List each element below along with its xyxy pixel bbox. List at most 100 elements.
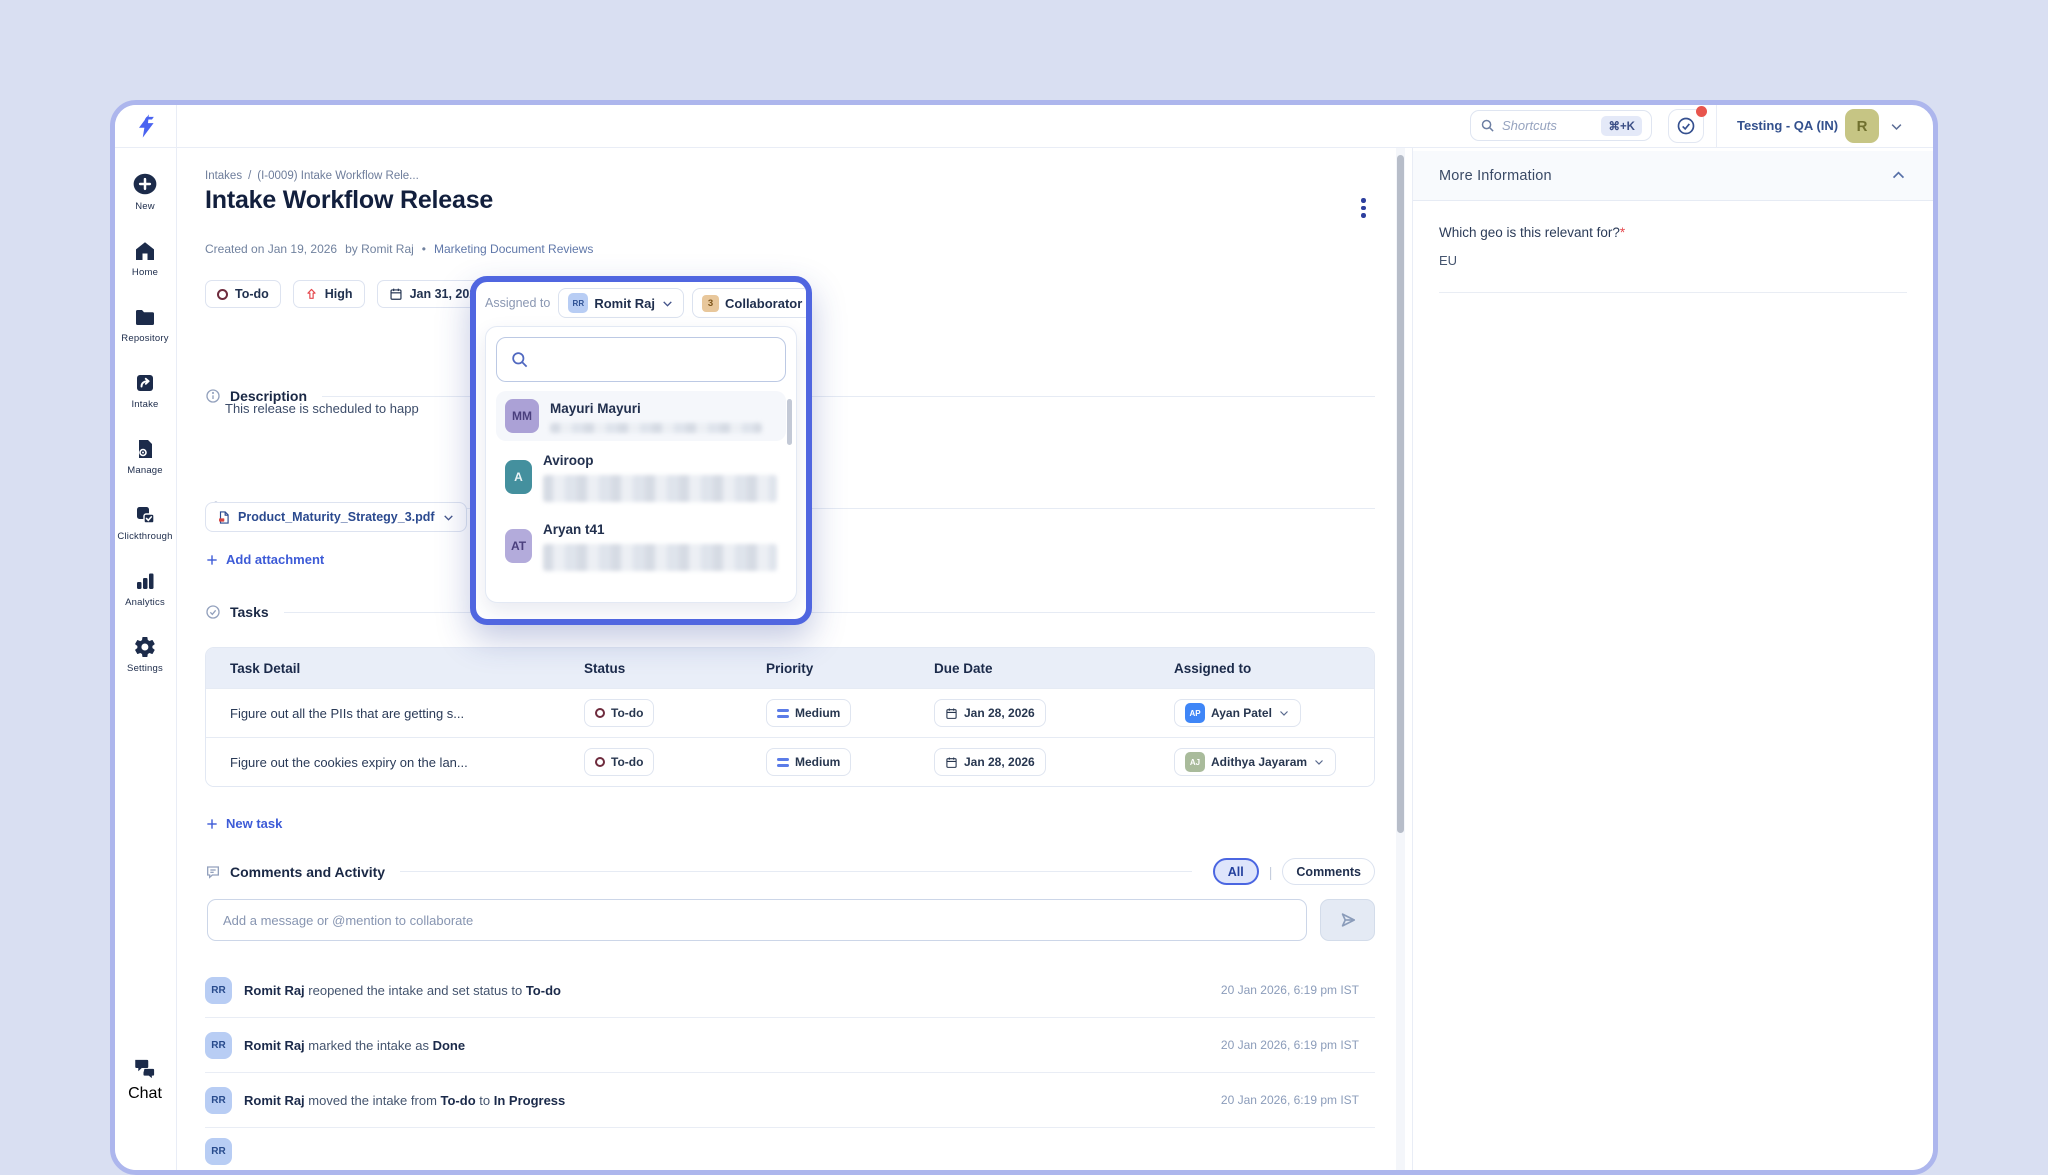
- tasks-table: Task Detail Status Priority Due Date Ass…: [205, 647, 1375, 787]
- assignee-option[interactable]: A Aviroop: [496, 444, 786, 510]
- assignee-select[interactable]: RR Romit Raj: [558, 288, 684, 318]
- calendar-icon: [945, 756, 958, 769]
- sidebar-item-settings[interactable]: Settings: [127, 635, 163, 674]
- meta-line: Created on Jan 19, 2026 by Romit Raj • M…: [205, 242, 593, 256]
- notifications-button[interactable]: [1668, 109, 1704, 143]
- avatar: AP: [1185, 703, 1205, 723]
- assignee-search-input[interactable]: [496, 337, 786, 382]
- activity-timestamp: 20 Jan 2026, 6:19 pm IST: [1221, 1038, 1359, 1052]
- status-pill[interactable]: To-do: [205, 280, 281, 308]
- avatar: RR: [205, 977, 232, 1004]
- task-detail[interactable]: Figure out the cookies expiry on the lan…: [206, 755, 584, 770]
- search-placeholder: Shortcuts: [1502, 118, 1557, 133]
- comments-filter: All | Comments: [1213, 858, 1375, 885]
- meta-project[interactable]: Marketing Document Reviews: [434, 242, 593, 256]
- sidebar-item-home[interactable]: Home: [132, 239, 158, 278]
- clickthrough-icon: [133, 503, 157, 527]
- chevron-up-icon[interactable]: [1890, 167, 1907, 184]
- intake-pills-row: To-do High Jan 31, 2026: [205, 280, 495, 308]
- search-input[interactable]: Shortcuts ⌘+K: [1470, 110, 1652, 141]
- avatar: A: [505, 460, 532, 494]
- task-assignee-pill[interactable]: AJAdithya Jayaram: [1174, 748, 1336, 776]
- redacted-email: [543, 475, 777, 502]
- sidebar: New Home Repository Intake Manage Clickt…: [115, 105, 177, 1170]
- comments-section-heading: Comments and Activity All | Comments: [205, 858, 1375, 885]
- avatar: AJ: [1185, 752, 1205, 772]
- priority-pill[interactable]: High: [293, 280, 365, 308]
- search-icon: [1480, 118, 1495, 133]
- header-vertical-divider: [1716, 105, 1717, 147]
- sidebar-item-clickthrough[interactable]: Clickthrough: [117, 503, 172, 542]
- workspace-chevron-down-icon[interactable]: [1889, 119, 1904, 134]
- assignee-option[interactable]: MM Mayuri Mayuri: [496, 391, 786, 441]
- table-row[interactable]: Figure out all the PIIs that are getting…: [206, 688, 1374, 737]
- breadcrumb-root[interactable]: Intakes: [205, 170, 242, 182]
- search-icon: [510, 350, 529, 369]
- task-assignee-pill[interactable]: APAyan Patel: [1174, 699, 1301, 727]
- app-logo-lightning-icon[interactable]: [132, 112, 160, 140]
- send-button[interactable]: [1320, 899, 1375, 941]
- table-row[interactable]: Figure out the cookies expiry on the lan…: [206, 737, 1374, 786]
- main-scrollbar-thumb[interactable]: [1397, 155, 1404, 833]
- manage-icon: [133, 437, 157, 461]
- chevron-down-icon: [1313, 756, 1325, 768]
- redacted-email: [550, 423, 762, 433]
- filter-comments-button[interactable]: Comments: [1282, 858, 1375, 885]
- calendar-icon: [945, 707, 958, 720]
- check-circle-icon: [205, 604, 221, 620]
- sidebar-item-repository[interactable]: Repository: [121, 305, 168, 344]
- collaborator-count-badge: 3: [702, 295, 719, 312]
- add-attachment-button[interactable]: Add attachment: [205, 552, 324, 567]
- intake-icon: [133, 371, 157, 395]
- chevron-down-icon: [661, 297, 674, 310]
- plus-icon: [205, 553, 219, 567]
- assignee-option[interactable]: AT Aryan t41: [496, 513, 786, 579]
- sidebar-item-manage[interactable]: Manage: [127, 437, 163, 476]
- sidebar-item-chat[interactable]: Chat: [115, 1055, 175, 1103]
- chevron-down-icon: [1278, 707, 1290, 719]
- task-priority-pill[interactable]: Medium: [766, 748, 851, 776]
- task-due-pill[interactable]: Jan 28, 2026: [934, 699, 1046, 727]
- description-text: This release is scheduled to happ: [225, 401, 487, 416]
- breadcrumb[interactable]: Intakes / (I-0009) Intake Workflow Rele.…: [205, 170, 419, 182]
- task-priority-pill[interactable]: Medium: [766, 699, 851, 727]
- kebab-menu-icon[interactable]: [1357, 194, 1370, 222]
- assigned-to-row: Assigned to RR Romit Raj 3 Collaborator: [485, 287, 797, 319]
- bar-chart-icon: [133, 569, 157, 593]
- heading-rule: [284, 612, 1375, 613]
- more-information-header[interactable]: More Information: [1413, 151, 1933, 201]
- info-circle-icon: [205, 388, 221, 404]
- collaborators-chip[interactable]: 3 Collaborator: [692, 288, 812, 318]
- workspace-avatar[interactable]: R: [1845, 109, 1879, 143]
- home-icon: [133, 239, 157, 263]
- assignee-option-name: Mayuri Mayuri: [550, 401, 641, 416]
- sidebar-item-analytics[interactable]: Analytics: [125, 569, 165, 608]
- attachment-file-chip[interactable]: Product_Maturity_Strategy_3.pdf: [205, 502, 467, 532]
- priority-medium-icon: [777, 758, 789, 767]
- folder-icon: [133, 305, 157, 329]
- task-due-pill[interactable]: Jan 28, 2026: [934, 748, 1046, 776]
- task-status-pill[interactable]: To-do: [584, 699, 654, 727]
- avatar: RR: [205, 1087, 232, 1114]
- search-shortcut-badge: ⌘+K: [1601, 116, 1642, 136]
- sidebar-item-new[interactable]: New: [132, 171, 158, 212]
- filter-all-button[interactable]: All: [1213, 858, 1259, 885]
- calendar-icon: [389, 287, 403, 301]
- avatar: RR: [568, 293, 588, 313]
- dropdown-scrollbar[interactable]: [787, 399, 792, 445]
- activity-row: RR Romit Raj moved the intake from To-do…: [205, 1073, 1375, 1128]
- workspace-name[interactable]: Testing - QA (IN): [1737, 118, 1838, 133]
- chevron-down-icon[interactable]: [442, 511, 455, 524]
- task-status-pill[interactable]: To-do: [584, 748, 654, 776]
- new-task-button[interactable]: New task: [205, 816, 282, 831]
- heading-rule: [400, 871, 1192, 872]
- comment-input[interactable]: Add a message or @mention to collaborate: [207, 899, 1307, 941]
- todo-ring-icon: [595, 757, 605, 767]
- task-detail[interactable]: Figure out all the PIIs that are getting…: [206, 706, 584, 721]
- priority-medium-icon: [777, 709, 789, 718]
- sidebar-item-intake[interactable]: Intake: [131, 371, 158, 410]
- required-asterisk: *: [1620, 225, 1625, 240]
- redacted-email: [543, 544, 777, 571]
- assignee-options-list: MM Mayuri Mayuri A Aviroop AT: [496, 391, 786, 579]
- plus-icon: [205, 817, 219, 831]
